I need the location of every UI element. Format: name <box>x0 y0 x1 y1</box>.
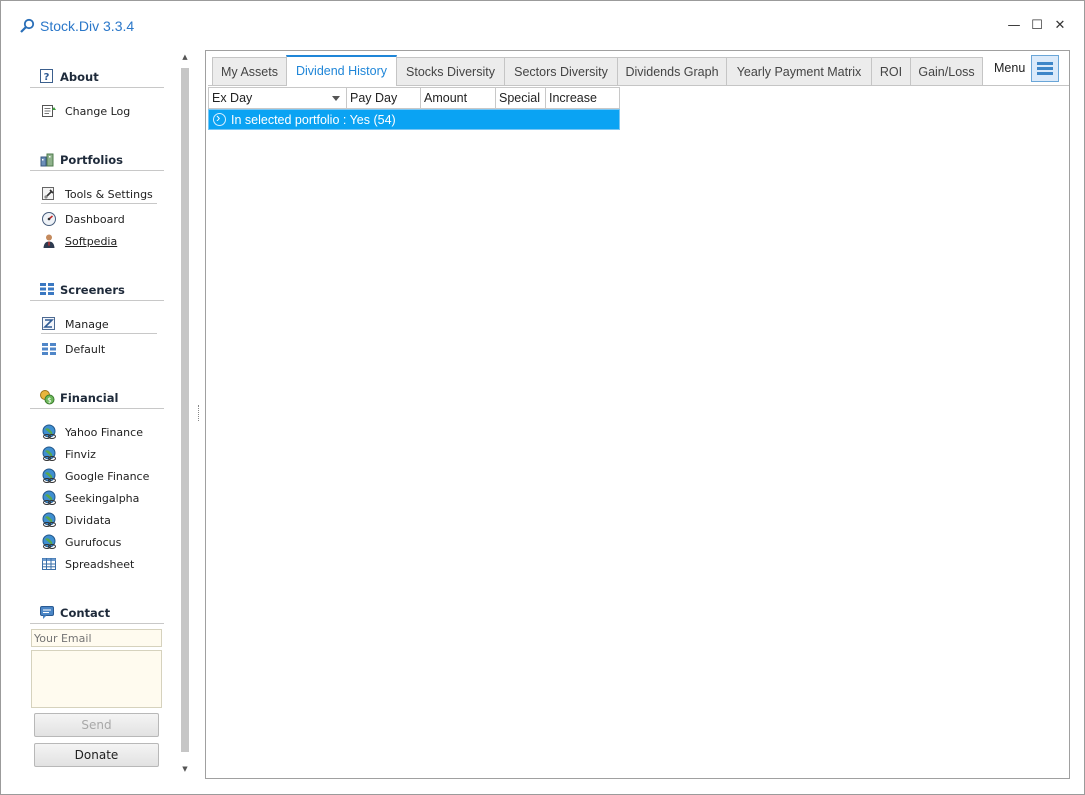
sidebar-item-spreadsheet[interactable]: Spreadsheet <box>41 555 157 574</box>
grid-icon <box>42 343 56 355</box>
globe-icon <box>42 424 56 439</box>
tab-strip: My Assets Dividend History Stocks Divers… <box>212 55 1002 86</box>
app-window: Stock.Div 3.3.4 — ☐ ✕ ? About Change Log <box>0 0 1085 795</box>
section-financial[interactable]: $ Financial <box>30 387 164 409</box>
message-textarea[interactable] <box>31 650 162 708</box>
screener-grid-icon <box>40 283 54 295</box>
sidebar-item-finviz[interactable]: Finviz <box>41 445 157 464</box>
scroll-down-arrow-icon[interactable]: ▼ <box>179 765 191 773</box>
main-panel: My Assets Dividend History Stocks Divers… <box>205 50 1070 779</box>
maximize-button[interactable]: ☐ <box>1030 19 1044 33</box>
send-button[interactable]: Send <box>34 713 159 737</box>
tab-dividend-history[interactable]: Dividend History <box>286 55 397 86</box>
chat-icon <box>40 606 54 619</box>
sidebar-item-label: Gurufocus <box>65 536 122 549</box>
sidebar-item-default[interactable]: Default <box>41 340 157 359</box>
sidebar-item-label: Dashboard <box>65 213 125 226</box>
svg-text:$: $ <box>47 397 51 405</box>
section-contact-label: Contact <box>60 606 111 620</box>
help-icon: ? <box>40 69 53 83</box>
grid-header: Ex Day Pay Day Amount Special Increase <box>208 87 620 109</box>
group-row[interactable]: In selected portfolio : Yes (54) <box>208 109 620 130</box>
sidebar-item-label: Google Finance <box>65 470 150 483</box>
tab-sectors-diversity[interactable]: Sectors Diversity <box>504 57 618 86</box>
tab-yearly-payment-matrix[interactable]: Yearly Payment Matrix <box>726 57 872 86</box>
globe-icon <box>42 490 56 505</box>
sidebar-item-label: Softpedia <box>65 235 118 248</box>
section-contact[interactable]: Contact <box>30 602 164 624</box>
section-financial-label: Financial <box>60 391 119 405</box>
sidebar-item-label: Yahoo Finance <box>65 426 143 439</box>
minimize-button[interactable]: — <box>1007 19 1021 33</box>
svg-text:?: ? <box>44 72 50 83</box>
sidebar-item-dashboard[interactable]: Dashboard <box>41 210 157 229</box>
column-header-ex-day[interactable]: Ex Day <box>208 87 347 109</box>
globe-icon <box>42 512 56 527</box>
user-icon <box>43 234 55 248</box>
sidebar-item-label: Change Log <box>65 105 131 118</box>
sidebar-item-google-finance[interactable]: Google Finance <box>41 467 157 486</box>
changelog-icon <box>42 105 56 117</box>
scroll-up-arrow-icon[interactable]: ▲ <box>179 53 191 61</box>
sidebar-item-dividata[interactable]: Dividata <box>41 511 157 530</box>
tab-roi[interactable]: ROI <box>871 57 911 86</box>
tools-icon <box>42 187 54 200</box>
sidebar-item-label: Manage <box>65 318 109 331</box>
window-title: Stock.Div 3.3.4 <box>40 18 135 34</box>
menu-hamburger-icon[interactable] <box>1031 55 1059 82</box>
coins-icon: $ <box>40 390 55 405</box>
email-field[interactable] <box>31 629 162 647</box>
tab-my-assets[interactable]: My Assets <box>212 57 287 86</box>
sidebar-item-yahoo-finance[interactable]: Yahoo Finance <box>41 423 157 442</box>
globe-icon <box>42 468 56 483</box>
edit-icon <box>42 317 55 330</box>
sidebar-item-gurufocus[interactable]: Gurufocus <box>41 533 157 552</box>
sidebar-scroll-thumb[interactable] <box>181 68 189 752</box>
menu-label[interactable]: Menu <box>994 61 1025 75</box>
globe-icon <box>42 534 56 549</box>
sidebar-item-label: Dividata <box>65 514 111 527</box>
spreadsheet-icon <box>42 558 56 570</box>
section-portfolios[interactable]: Portfolios <box>30 149 164 171</box>
close-button[interactable]: ✕ <box>1053 19 1067 33</box>
title-bar: Stock.Div 3.3.4 — ☐ ✕ <box>1 1 1084 47</box>
tab-stocks-diversity[interactable]: Stocks Diversity <box>396 57 505 86</box>
donate-button[interactable]: Donate <box>34 743 159 767</box>
section-about-label: About <box>60 70 99 84</box>
column-header-label: Ex Day <box>212 91 253 105</box>
group-row-label: In selected portfolio : Yes (54) <box>231 113 396 127</box>
section-screeners[interactable]: Screeners <box>30 279 164 301</box>
column-header-special[interactable]: Special <box>496 87 546 109</box>
globe-icon <box>42 446 56 461</box>
dashboard-icon <box>42 212 56 226</box>
sidebar-item-label: Tools & Settings <box>65 188 153 201</box>
magnifier-app-icon <box>20 18 35 33</box>
splitter-handle[interactable] <box>198 405 200 421</box>
sidebar-item-label: Seekingalpha <box>65 492 140 505</box>
sidebar-item-softpedia[interactable]: Softpedia <box>41 232 157 251</box>
sidebar-item-change-log[interactable]: Change Log <box>41 102 157 121</box>
sidebar-item-seekingalpha[interactable]: Seekingalpha <box>41 489 157 508</box>
sidebar-item-manage[interactable]: Manage <box>41 315 157 334</box>
column-header-increase[interactable]: Increase <box>546 87 620 109</box>
column-header-amount[interactable]: Amount <box>421 87 496 109</box>
section-about[interactable]: ? About <box>30 66 164 88</box>
section-portfolios-label: Portfolios <box>60 153 124 167</box>
column-header-pay-day[interactable]: Pay Day <box>347 87 421 109</box>
sidebar-item-label: Spreadsheet <box>65 558 135 571</box>
expand-group-icon[interactable] <box>213 110 226 126</box>
sidebar: ? About Change Log Portfolios Tools & Se… <box>30 59 164 779</box>
tab-gain-loss[interactable]: Gain/Loss <box>910 57 983 86</box>
sidebar-item-tools-settings[interactable]: Tools & Settings <box>41 185 157 204</box>
portfolio-icon <box>40 153 54 167</box>
section-screeners-label: Screeners <box>60 283 125 297</box>
sidebar-item-label: Finviz <box>65 448 96 461</box>
sidebar-item-label: Default <box>65 343 106 356</box>
tab-dividends-graph[interactable]: Dividends Graph <box>617 57 727 86</box>
sort-dropdown-icon[interactable] <box>332 96 340 101</box>
